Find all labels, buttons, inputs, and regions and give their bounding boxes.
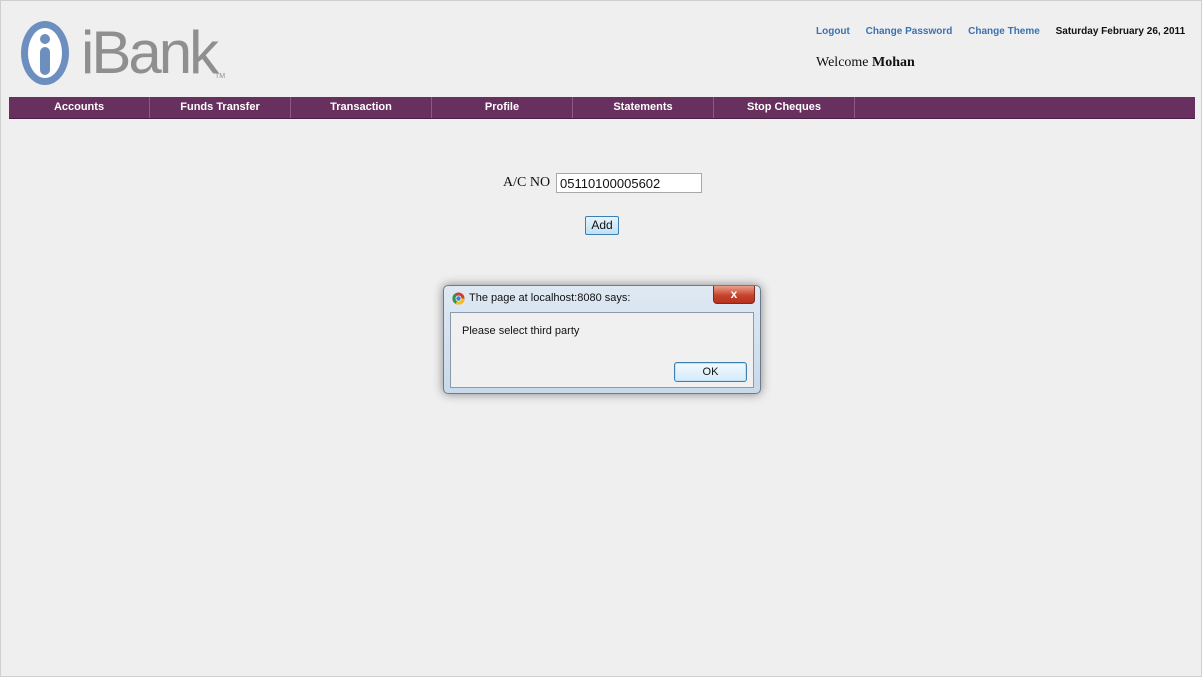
logo-i-icon (21, 21, 69, 85)
nav-stop-cheques[interactable]: Stop Cheques (714, 97, 855, 118)
nav-funds-transfer[interactable]: Funds Transfer (150, 97, 291, 118)
chrome-icon (452, 292, 465, 305)
nav-accounts[interactable]: Accounts (9, 97, 150, 118)
main-nav: Accounts Funds Transfer Transaction Prof… (9, 97, 1195, 119)
welcome-message: Welcome Mohan (816, 55, 915, 71)
acno-input[interactable] (556, 173, 702, 193)
dialog-title: The page at localhost:8080 says: (469, 292, 631, 304)
logo-trademark: TM (215, 73, 226, 80)
ok-button[interactable]: OK (674, 362, 747, 382)
ibank-logo: iBank TM (19, 19, 229, 89)
nav-transaction[interactable]: Transaction (291, 97, 432, 118)
add-button[interactable]: Add (585, 216, 619, 235)
logout-link[interactable]: Logout (816, 26, 850, 37)
acno-label: A/C NO (503, 175, 551, 190)
user-name: Mohan (872, 55, 915, 70)
header-links: Logout Change Password Change Theme Satu… (816, 26, 1185, 37)
dialog-close-button[interactable]: x (713, 286, 755, 304)
alert-dialog: The page at localhost:8080 says: x Pleas… (443, 285, 761, 394)
dialog-body: Please select third party OK (450, 312, 754, 388)
logo-text: iBank (81, 19, 219, 86)
change-password-link[interactable]: Change Password (866, 26, 953, 37)
nav-statements[interactable]: Statements (573, 97, 714, 118)
change-theme-link[interactable]: Change Theme (968, 26, 1040, 37)
dialog-message: Please select third party (462, 325, 580, 337)
nav-profile[interactable]: Profile (432, 97, 573, 118)
current-date: Saturday February 26, 2011 (1055, 26, 1186, 37)
welcome-prefix: Welcome (816, 55, 869, 70)
